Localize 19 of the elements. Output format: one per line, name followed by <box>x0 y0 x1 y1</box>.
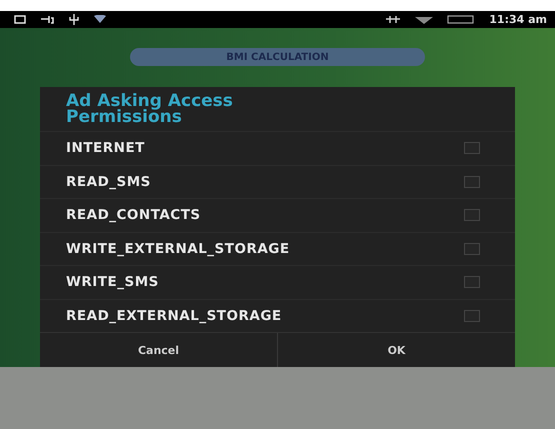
checkbox[interactable] <box>464 176 480 188</box>
battery-icon <box>447 15 476 24</box>
checkbox[interactable] <box>464 209 480 222</box>
checkbox[interactable] <box>464 142 480 154</box>
checkbox[interactable] <box>464 276 480 288</box>
usb-icon <box>68 14 80 25</box>
dialog-title: Ad Asking Access Permissions <box>65 90 234 129</box>
signal-icon <box>415 16 434 24</box>
permission-label: READ_EXTERNAL_STORAGE <box>66 308 283 324</box>
status-time: 11:34 am <box>489 13 547 26</box>
permission-label: WRITE_EXTERNAL_STORAGE <box>66 240 291 257</box>
checkbox[interactable] <box>464 310 480 322</box>
cast-icon <box>14 15 26 24</box>
wifi-icon <box>94 15 106 24</box>
permission-label: WRITE_SMS <box>66 274 160 290</box>
permission-label: READ_SMS <box>66 174 152 190</box>
checkbox[interactable] <box>464 242 480 255</box>
permission-label: INTERNET <box>66 140 146 156</box>
permission-label: READ_CONTACTS <box>66 207 202 224</box>
